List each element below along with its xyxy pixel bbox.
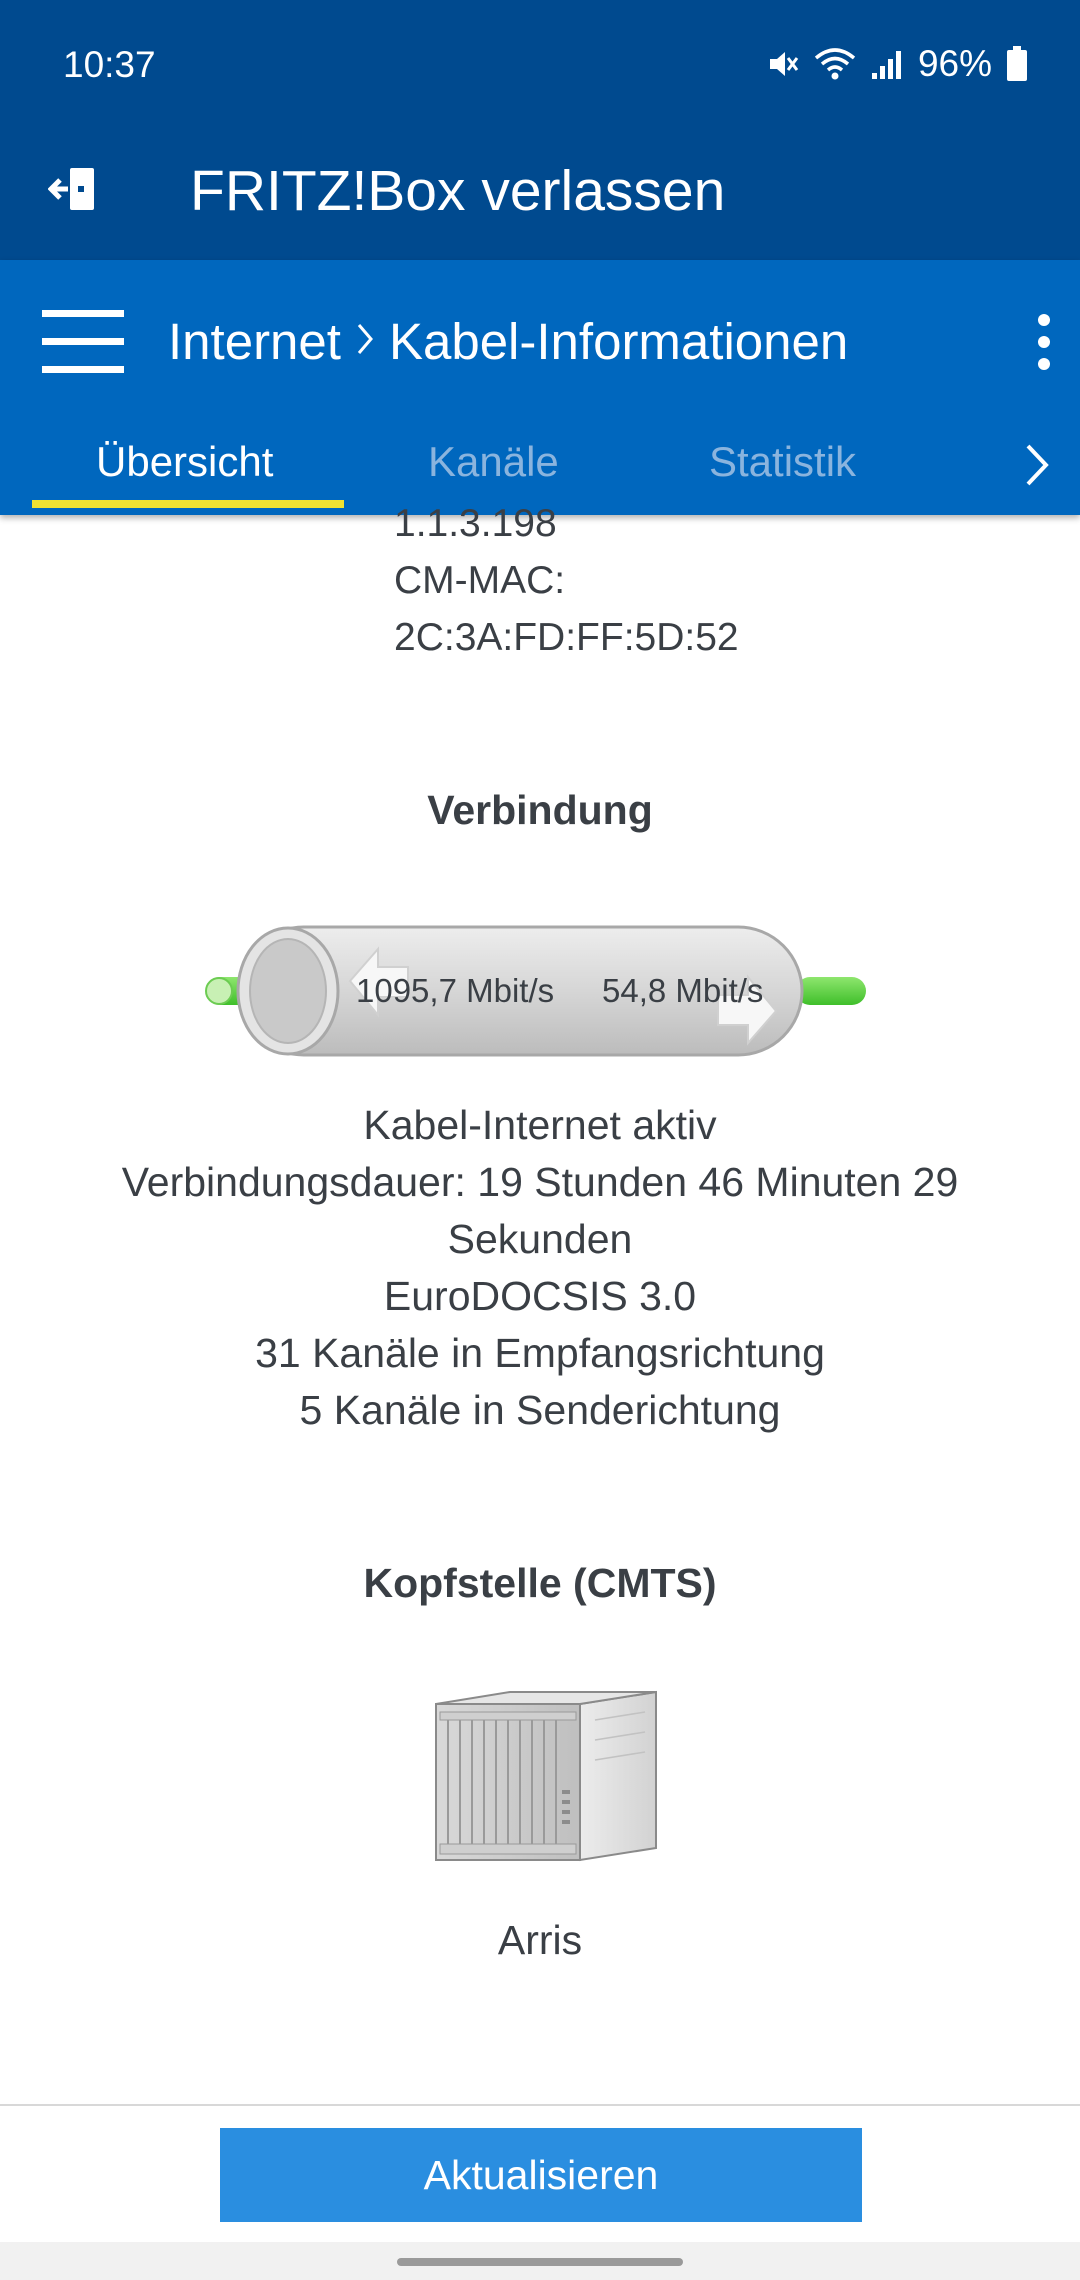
upstream-cable: [796, 977, 866, 1005]
active-tab-indicator: [32, 500, 344, 508]
mute-icon: [766, 47, 800, 81]
breadcrumb-section[interactable]: Internet: [168, 312, 341, 371]
upstream-rate: 54,8 Mbit/s: [602, 972, 764, 1009]
breadcrumb: Internet Kabel-Informationen: [168, 312, 848, 371]
status-time: 10:37: [63, 44, 156, 85]
tab-kanaele[interactable]: Kanäle: [428, 438, 559, 486]
hamburger-menu-icon[interactable]: [40, 308, 126, 376]
docsis-standard: EuroDOCSIS 3.0: [383, 1273, 697, 1319]
breadcrumb-page: Kabel-Informationen: [388, 313, 849, 370]
connection-duration-line1: Verbindungsdauer: 19 Stunden 46 Minuten …: [121, 1159, 959, 1205]
cm-mac-value: 2C:3A:FD:FF:5D:52: [394, 616, 739, 659]
status-icons: 96%: [766, 43, 1028, 84]
upstream-channels: 5 Kanäle in Senderichtung: [299, 1387, 781, 1433]
connection-duration-line2: Sekunden: [447, 1216, 633, 1262]
tab-statistik[interactable]: Statistik: [709, 438, 856, 486]
cm-mac-label: CM-MAC:: [394, 559, 566, 602]
battery-percentage: 96%: [917, 43, 992, 84]
app-header: FRITZ!Box verlassen: [0, 130, 1080, 260]
downstream-rate: 1095,7 Mbit/s: [356, 972, 555, 1009]
more-options-icon[interactable]: [1034, 310, 1054, 374]
downstream-channels: 31 Kanäle in Empfangsrichtung: [255, 1330, 825, 1376]
breadcrumb-bar: Internet Kabel-Informationen Übersicht K…: [0, 260, 1080, 515]
signal-icon: [870, 47, 904, 81]
tab-uebersicht[interactable]: Übersicht: [96, 438, 273, 486]
home-indicator[interactable]: [397, 2258, 683, 2266]
exit-icon[interactable]: [47, 160, 108, 220]
tabs-next-chevron-icon[interactable]: [1024, 440, 1050, 490]
cmts-vendor: Arris: [497, 1917, 583, 1963]
wifi-icon: [814, 46, 856, 82]
bottom-divider: [0, 2104, 1080, 2106]
cmts-server-rack-icon: [430, 1690, 662, 1866]
chevron-right-icon: [355, 312, 375, 371]
connection-heading: Verbindung: [427, 787, 653, 833]
firmware-version: 1.1.3.198: [394, 502, 557, 545]
connection-status: Kabel-Internet aktiv: [363, 1102, 717, 1148]
status-bar: 10:37 96%: [0, 0, 1080, 130]
refresh-button[interactable]: Aktualisieren: [220, 2128, 862, 2222]
cmts-heading: Kopfstelle (CMTS): [363, 1560, 717, 1606]
system-navigation-bar: [0, 2242, 1080, 2280]
app-title[interactable]: FRITZ!Box verlassen: [190, 158, 725, 224]
battery-icon: [1006, 46, 1028, 82]
